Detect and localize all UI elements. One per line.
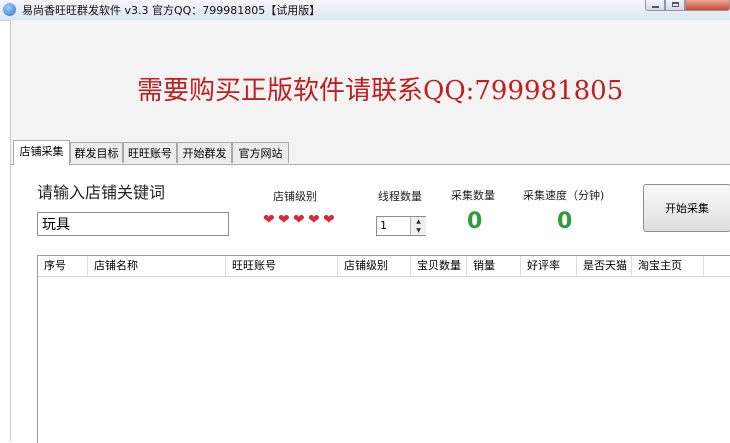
stepper-down-icon[interactable]: ▼ [410, 226, 426, 235]
threads-label: 线程数量 [378, 190, 422, 203]
column-header[interactable]: 是否天猫 [577, 256, 632, 276]
column-header[interactable]: 淘宝主页 [632, 256, 704, 276]
shop-results-table[interactable]: 序号 店铺名称 旺旺账号 店铺级别 宝贝数量 销量 好评率 是否天猫 淘宝主页 [37, 255, 730, 443]
column-header[interactable]: 好评率 [521, 256, 577, 276]
tab-official-site[interactable]: 官方网站 [232, 142, 289, 163]
column-header[interactable]: 旺旺账号 [226, 256, 338, 276]
keyword-label: 请输入店铺关键词 [37, 183, 166, 202]
tab-send-targets[interactable]: 群发目标 [70, 142, 123, 163]
shop-level-rating[interactable]: ❤ ❤ ❤ ❤ ❤ [263, 213, 338, 227]
keyword-input[interactable] [37, 212, 229, 236]
column-header[interactable]: 序号 [38, 256, 88, 276]
column-header[interactable]: 店铺名称 [88, 256, 226, 276]
collect-count-label: 采集数量 [451, 189, 495, 202]
collect-speed-label: 采集速度（分钟) [523, 189, 605, 202]
heart-icon: ❤ [278, 212, 290, 228]
threads-value: 1 [380, 219, 387, 232]
banner-text: 需要购买正版软件请联系QQ:799981805 [137, 76, 624, 106]
column-header[interactable]: 店铺级别 [338, 256, 411, 276]
tab-shop-collect[interactable]: 店铺采集 [13, 140, 70, 165]
heart-icon: ❤ [308, 212, 320, 228]
main-window: 需要购买正版软件请联系QQ:799981805 店铺采集 群发目标 旺旺账号 开… [10, 20, 730, 443]
column-header[interactable]: 销量 [467, 256, 521, 276]
close-button[interactable] [685, 0, 730, 11]
title-bar: 易尚香旺旺群发软件 v3.3 官方QQ：799981805【试用版】 [0, 0, 730, 21]
collect-count-value: 0 [467, 209, 483, 234]
tab-start-sending[interactable]: 开始群发 [177, 142, 232, 163]
heart-icon: ❤ [263, 212, 275, 228]
table-header: 序号 店铺名称 旺旺账号 店铺级别 宝贝数量 销量 好评率 是否天猫 淘宝主页 [38, 256, 730, 277]
window-controls [645, 0, 730, 12]
tab-strip: 店铺采集 群发目标 旺旺账号 开始群发 官方网站 [11, 140, 730, 165]
shop-level-label: 店铺级别 [273, 190, 317, 203]
window-title: 易尚香旺旺群发软件 v3.3 官方QQ：799981805【试用版】 [22, 4, 321, 17]
heart-icon: ❤ [293, 212, 305, 228]
column-header[interactable]: 宝贝数量 [411, 256, 467, 276]
tab-wangwang-accounts[interactable]: 旺旺账号 [123, 142, 177, 163]
heart-icon: ❤ [323, 212, 335, 228]
collect-speed-value: 0 [557, 209, 573, 234]
banner: 需要购买正版软件请联系QQ:799981805 [11, 20, 730, 138]
start-collect-button[interactable]: 开始采集 [643, 184, 730, 232]
maximize-button[interactable] [665, 0, 685, 11]
minimize-button[interactable] [645, 0, 665, 11]
shop-collect-panel: 请输入店铺关键词 店铺级别 ❤❤❤❤❤ 线程数量 1 ▲ ▼ 采集数量 0 采集… [11, 164, 730, 443]
app-icon [3, 3, 16, 16]
threads-stepper[interactable]: 1 ▲ ▼ [376, 216, 426, 236]
